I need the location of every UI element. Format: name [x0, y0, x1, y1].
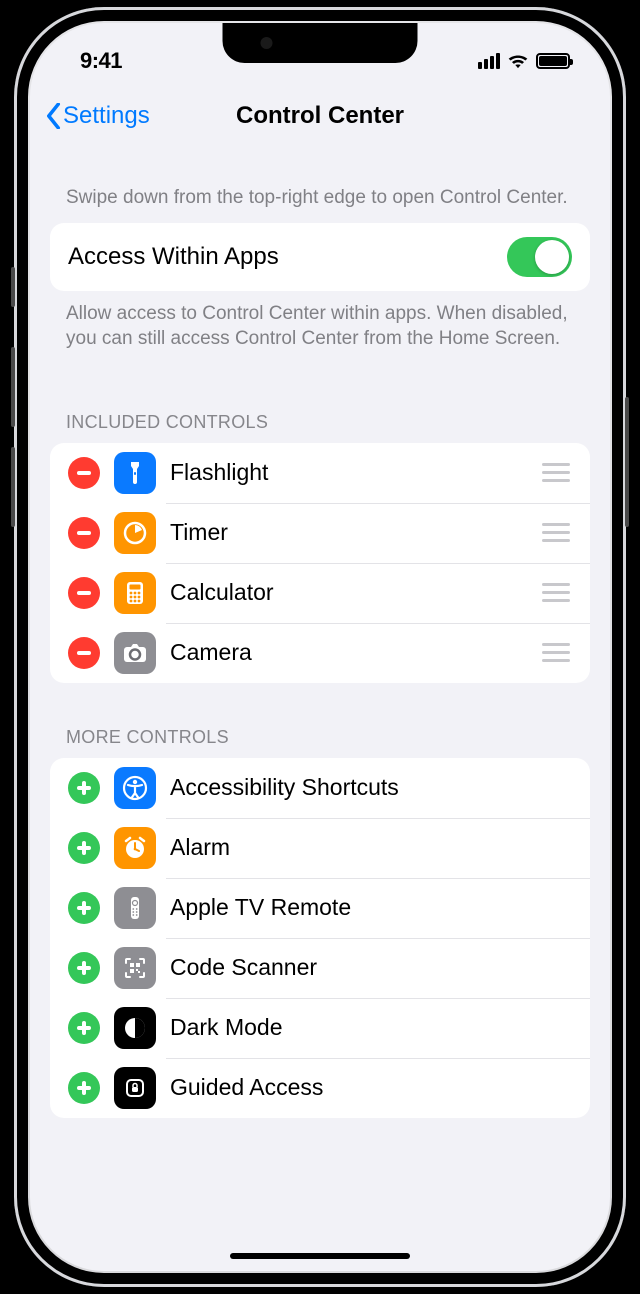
timer-icon [114, 512, 156, 554]
control-label: Guided Access [170, 1074, 572, 1101]
mute-switch [11, 267, 15, 307]
cellular-signal-icon [478, 53, 500, 69]
flashlight-icon [114, 452, 156, 494]
included-row: Calculator [50, 563, 590, 623]
control-label: Accessibility Shortcuts [170, 774, 572, 801]
reorder-handle[interactable] [542, 463, 572, 482]
calculator-icon [114, 572, 156, 614]
control-label: Flashlight [170, 459, 528, 486]
reorder-handle[interactable] [542, 583, 572, 602]
notch [223, 23, 418, 63]
more-row: Apple TV Remote [50, 878, 590, 938]
more-row: Code Scanner [50, 938, 590, 998]
more-row: Alarm [50, 818, 590, 878]
alarm-icon [114, 827, 156, 869]
add-button[interactable] [68, 1012, 100, 1044]
remove-button[interactable] [68, 517, 100, 549]
more-row: Dark Mode [50, 998, 590, 1058]
volume-down-button [11, 447, 15, 527]
chevron-left-icon [46, 103, 61, 129]
more-controls-list: Accessibility Shortcuts Alarm Apple TV Rem… [50, 758, 590, 1118]
included-row: Timer [50, 503, 590, 563]
back-label: Settings [63, 102, 150, 130]
included-header: INCLUDED CONTROLS [50, 352, 590, 443]
accessibility-icon [114, 767, 156, 809]
page-title: Control Center [236, 102, 404, 130]
remote-icon [114, 887, 156, 929]
reorder-handle[interactable] [542, 523, 572, 542]
remove-button[interactable] [68, 457, 100, 489]
more-row: Guided Access [50, 1058, 590, 1118]
access-within-apps-row: Access Within Apps [50, 223, 590, 291]
included-row: Camera [50, 623, 590, 683]
qr-icon [114, 947, 156, 989]
add-button[interactable] [68, 952, 100, 984]
control-label: Code Scanner [170, 954, 572, 981]
back-button[interactable]: Settings [46, 102, 150, 130]
remove-button[interactable] [68, 577, 100, 609]
camera-icon [114, 632, 156, 674]
add-button[interactable] [68, 832, 100, 864]
remove-button[interactable] [68, 637, 100, 669]
add-button[interactable] [68, 772, 100, 804]
add-button[interactable] [68, 1072, 100, 1104]
intro-hint: Swipe down from the top-right edge to op… [50, 151, 590, 223]
power-button [625, 397, 629, 527]
control-label: Apple TV Remote [170, 894, 572, 921]
access-toggle[interactable] [507, 237, 572, 277]
control-label: Dark Mode [170, 1014, 572, 1041]
content[interactable]: Swipe down from the top-right edge to op… [30, 151, 610, 1118]
included-row: Flashlight [50, 443, 590, 503]
control-label: Timer [170, 519, 528, 546]
navigation-bar: Settings Control Center [30, 81, 610, 151]
darkmode-icon [114, 1007, 156, 1049]
battery-icon [536, 53, 570, 69]
control-label: Camera [170, 639, 528, 666]
status-indicators [478, 53, 570, 69]
control-label: Alarm [170, 834, 572, 861]
reorder-handle[interactable] [542, 643, 572, 662]
toggle-knob [535, 240, 569, 274]
wifi-icon [507, 53, 529, 69]
included-controls-list: Flashlight Timer Calculator Camera [50, 443, 590, 683]
more-row: Accessibility Shortcuts [50, 758, 590, 818]
control-label: Calculator [170, 579, 528, 606]
access-group: Access Within Apps [50, 223, 590, 291]
home-indicator[interactable] [230, 1253, 410, 1259]
volume-up-button [11, 347, 15, 427]
more-header: MORE CONTROLS [50, 683, 590, 758]
add-button[interactable] [68, 892, 100, 924]
status-time: 9:41 [80, 48, 122, 74]
guided-icon [114, 1067, 156, 1109]
screen: 9:41 Settings Control Ce [30, 23, 610, 1271]
access-label: Access Within Apps [68, 243, 493, 271]
phone-frame: 9:41 Settings Control Ce [14, 7, 626, 1287]
access-footer: Allow access to Control Center within ap… [50, 291, 590, 352]
